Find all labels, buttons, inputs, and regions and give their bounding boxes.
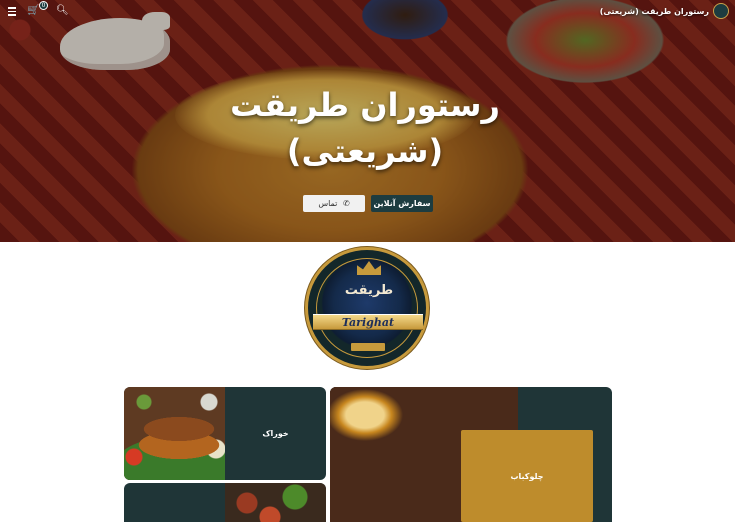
hero-title: رستوران طریقت (شریعتی) [230, 86, 500, 170]
category-label: چلوکباب [510, 471, 544, 481]
hero-banner: 🛒 0 🔍︎ رستوران طریقت (شریعتی) رستوران طر… [0, 0, 735, 242]
page: 🛒 0 🔍︎ رستوران طریقت (شریعتی) رستوران طر… [0, 0, 735, 522]
category-image [225, 483, 326, 522]
menu-icon[interactable] [6, 5, 18, 17]
category-label: خوراک [262, 429, 289, 438]
cart-count-badge: 0 [39, 1, 48, 10]
logo-plaque [351, 343, 385, 351]
top-actions: 🛒 0 🔍︎ [6, 1, 69, 18]
search-icon[interactable]: 🔍︎ [56, 5, 69, 17]
category-tile-chelokabab[interactable]: چلوکباب [330, 387, 612, 522]
brand[interactable]: رستوران طریقت (شریعتی) [600, 3, 729, 19]
call-button[interactable]: ✆ تماس [303, 195, 365, 212]
crown-icon [357, 261, 381, 275]
order-online-button[interactable]: سفارش آنلاین [371, 195, 433, 212]
logo-ribbon: Tarighat [313, 314, 423, 330]
restaurant-logo: طریقت Tarighat [305, 247, 429, 369]
category-tile[interactable] [124, 483, 326, 522]
brand-logo [713, 3, 729, 19]
logo-emblem: طریقت Tarighat [313, 258, 423, 358]
category-tile-khorak[interactable]: خوراک [124, 387, 326, 480]
call-button-label: تماس [318, 199, 338, 208]
logo-script-text: طریقت [344, 283, 394, 298]
cart-icon[interactable]: 🛒 0 [27, 1, 48, 17]
brand-name: رستوران طریقت (شریعتی) [599, 6, 709, 16]
logo-ribbon-text: Tarighat [341, 316, 395, 329]
category-image [124, 387, 225, 480]
phone-icon: ✆ [342, 199, 350, 208]
